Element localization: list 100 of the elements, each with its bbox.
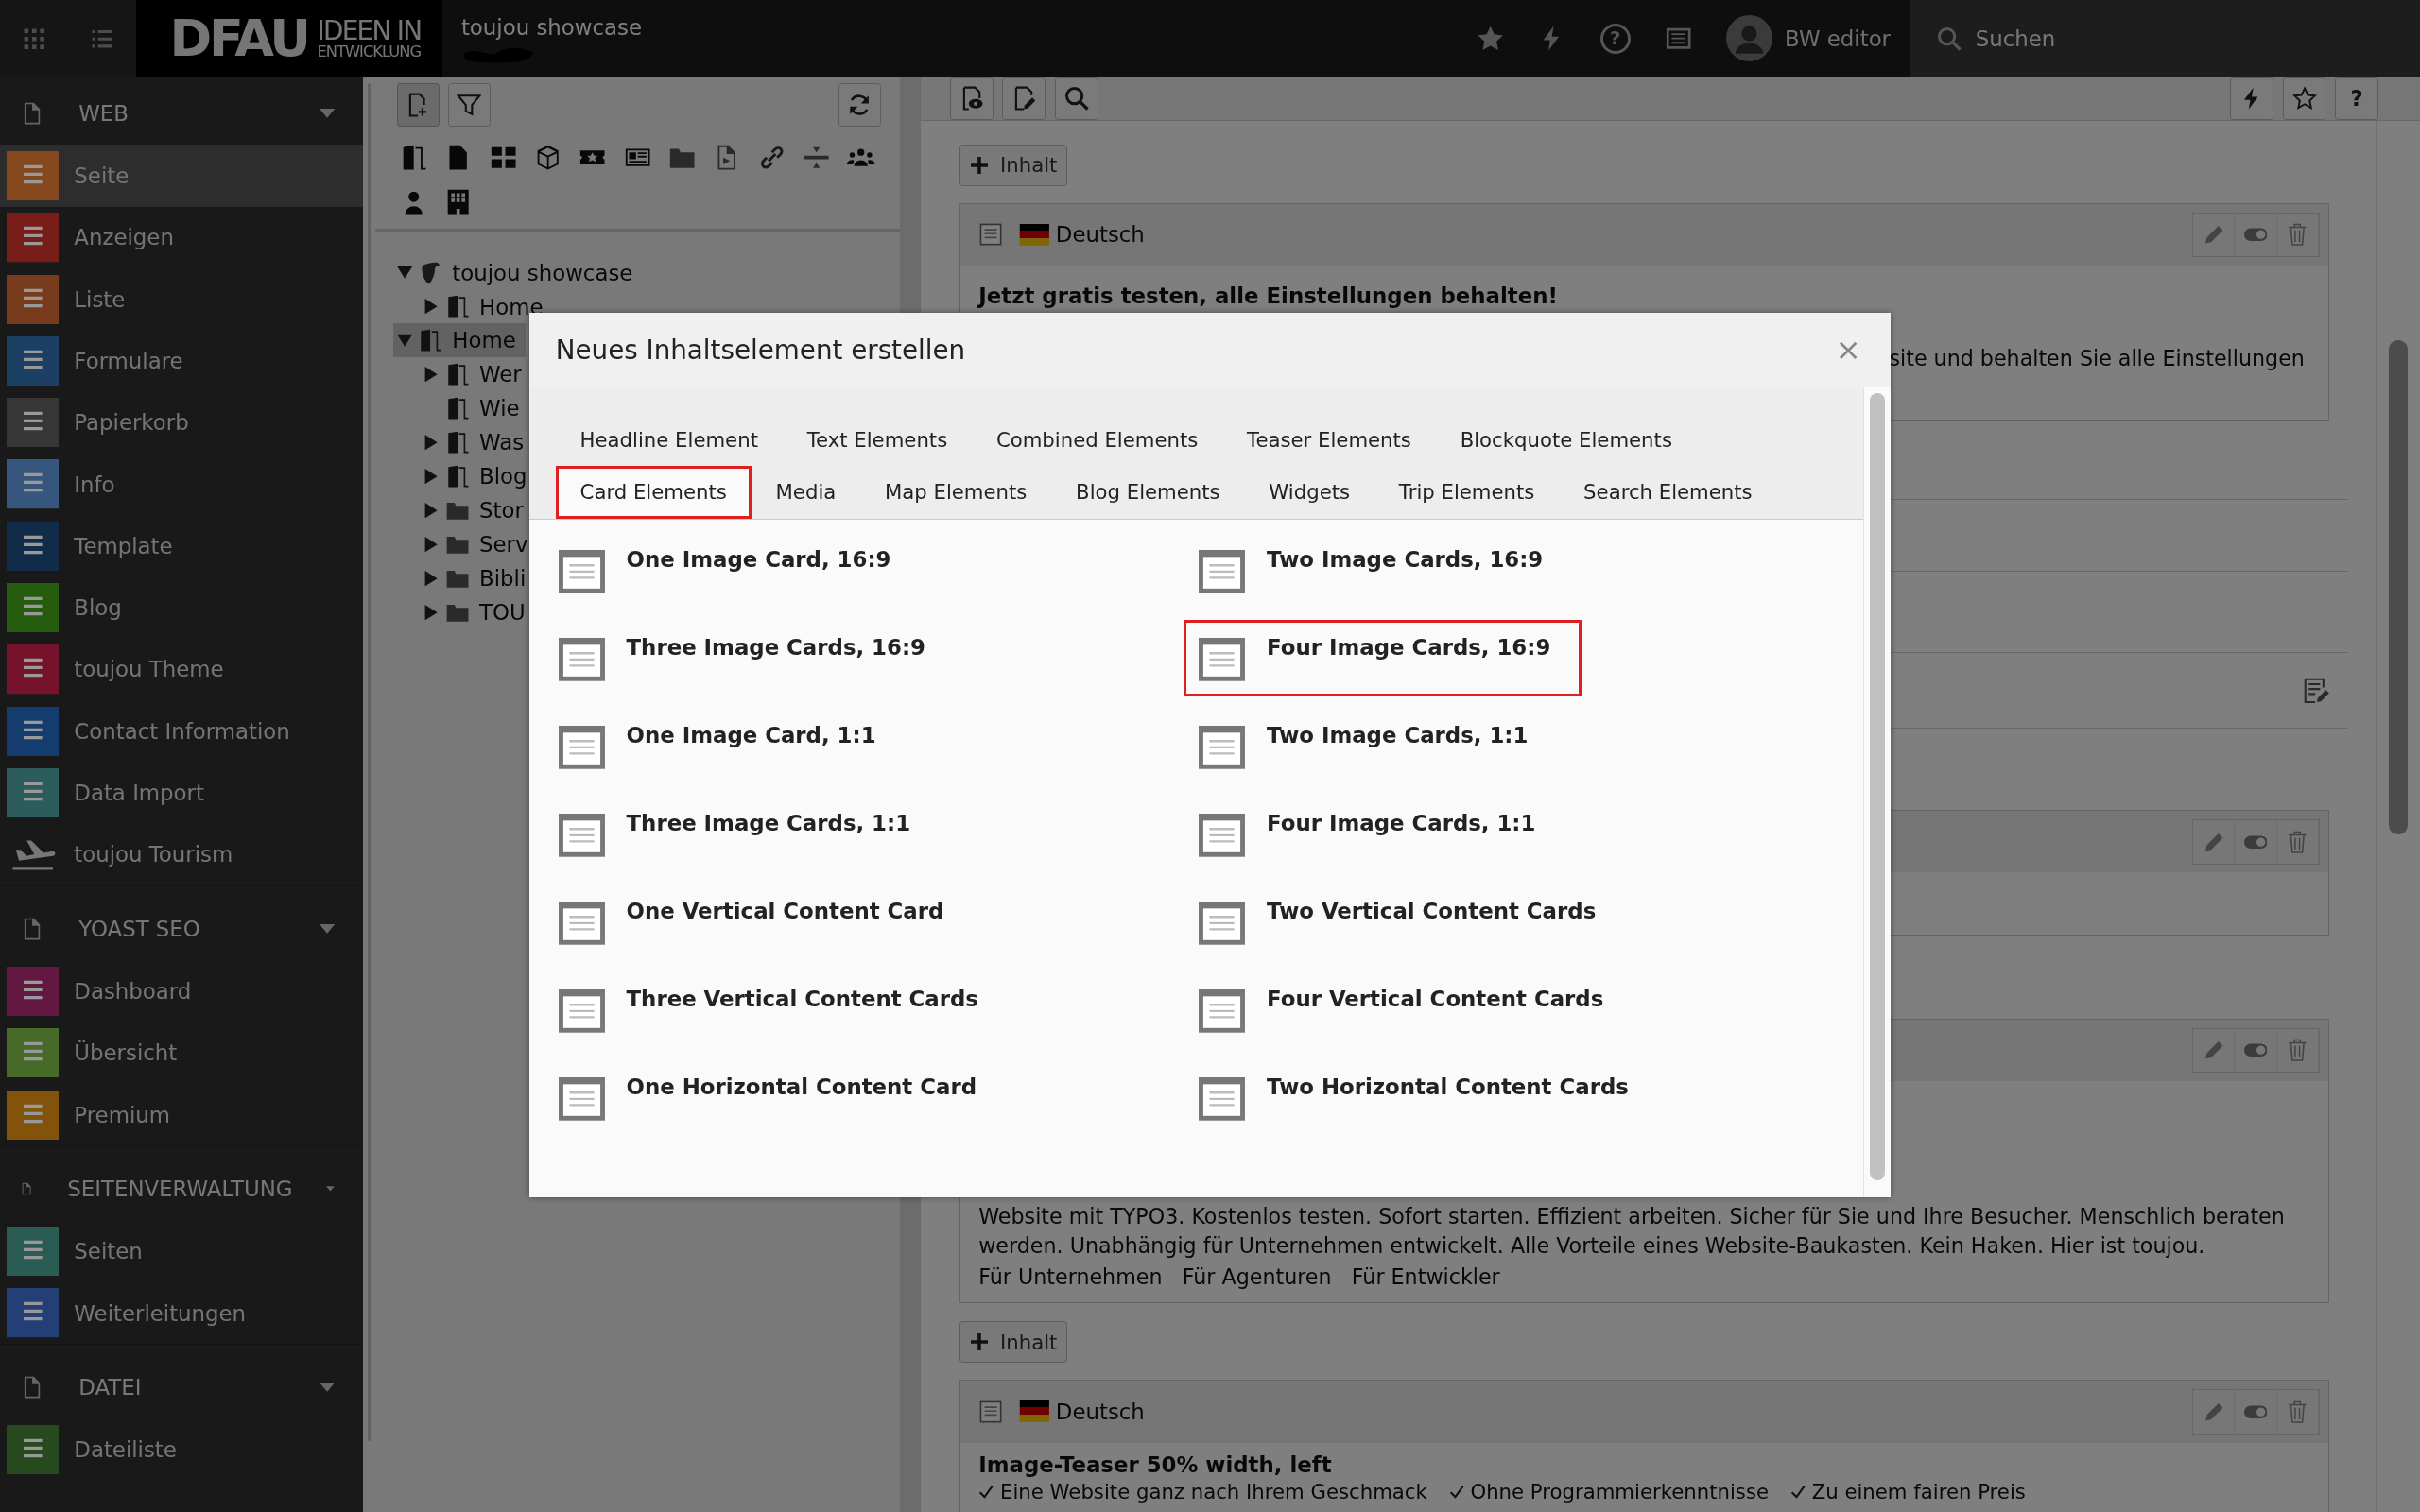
tree-row[interactable]: Wie: [421, 391, 529, 426]
toggle-icon[interactable]: [424, 299, 440, 315]
tree-label: Blog: [479, 464, 527, 490]
tab[interactable]: Trip Elements: [1374, 466, 1560, 519]
caret-icon[interactable]: [320, 924, 336, 934]
content-element-option[interactable]: Four Image Cards, 16:9: [1184, 619, 1582, 697]
new-page-button[interactable]: [396, 83, 441, 127]
content-link[interactable]: Für Entwickler: [1351, 1262, 1500, 1293]
tab[interactable]: Widgets: [1244, 466, 1374, 519]
tab[interactable]: Map Elements: [860, 466, 1052, 519]
feature-text: Ohne Programmierkenntnisse: [1470, 1479, 1769, 1504]
content-element-option[interactable]: One Image Card, 16:9: [543, 531, 922, 610]
module-item[interactable]: Blog: [0, 576, 363, 639]
content-element-option[interactable]: Two Image Cards, 16:9: [1184, 531, 1574, 610]
module-item[interactable]: Weiterleitungen: [0, 1281, 363, 1345]
module-label: Dashboard: [74, 979, 192, 1004]
toggle-icon[interactable]: [424, 502, 440, 519]
module-item[interactable]: Contact Information: [0, 700, 363, 763]
bookmark-button[interactable]: [2282, 77, 2326, 121]
tab[interactable]: Search Elements: [1559, 466, 1777, 519]
module-label: Blog: [74, 595, 122, 621]
module-label: Template: [74, 533, 173, 558]
module-item[interactable]: toujou Theme: [0, 638, 363, 701]
content-link[interactable]: Für Unternehmen: [978, 1262, 1163, 1293]
toggle-icon[interactable]: [424, 434, 440, 451]
module-item[interactable]: Dateiliste: [0, 1418, 363, 1481]
tree-row[interactable]: Wer: [421, 357, 531, 392]
shortcut-button[interactable]: [2230, 77, 2273, 121]
content-element-option[interactable]: Two Image Cards, 1:1: [1184, 707, 1559, 785]
edit-page-button[interactable]: [1002, 77, 1046, 121]
module-item[interactable]: Formulare: [0, 330, 363, 392]
content-element-option[interactable]: Three Image Cards, 16:9: [543, 619, 957, 697]
tab[interactable]: Teaser Elements: [1222, 413, 1436, 467]
content-element-option[interactable]: One Horizontal Content Card: [543, 1058, 1008, 1137]
view-page-button[interactable]: [949, 77, 994, 121]
caret-icon[interactable]: [320, 1383, 336, 1392]
tree-row[interactable]: Was: [421, 425, 533, 460]
tree-row[interactable]: toujou showcase: [393, 255, 643, 290]
content-element-option[interactable]: One Vertical Content Card: [543, 883, 975, 961]
user-name[interactable]: BW editor: [1785, 26, 1891, 51]
tab[interactable]: Headline Element: [555, 413, 783, 467]
tree-row[interactable]: Stor: [421, 493, 533, 527]
grid-icon: [22, 26, 46, 51]
scrollbar[interactable]: [1869, 393, 1886, 1180]
tab[interactable]: Text Elements: [782, 413, 973, 467]
module-item[interactable]: Liste: [0, 268, 363, 331]
content-element-option[interactable]: Four Vertical Content Cards: [1184, 971, 1634, 1049]
module-item[interactable]: Info: [0, 453, 363, 516]
tab[interactable]: Combined Elements: [972, 413, 1223, 467]
tree-row[interactable]: Serv: [421, 526, 538, 561]
tab[interactable]: Card Elements: [555, 466, 752, 519]
toggle-icon[interactable]: [396, 265, 412, 281]
module-item[interactable]: Premium: [0, 1083, 363, 1146]
module-group-header[interactable]: DATEI: [0, 1355, 363, 1419]
toggle-icon[interactable]: [424, 604, 440, 620]
module-item[interactable]: Template: [0, 515, 363, 577]
refresh-button[interactable]: [838, 83, 882, 127]
tab[interactable]: Blog Elements: [1051, 466, 1245, 519]
help-button[interactable]: ?: [2335, 77, 2378, 121]
module-group-header[interactable]: SEITENVERWALTUNG: [0, 1157, 363, 1221]
door-icon: [418, 328, 443, 353]
content-element-option[interactable]: Four Image Cards, 1:1: [1184, 795, 1566, 873]
module-item[interactable]: Dashboard: [0, 960, 363, 1022]
tree-row[interactable]: Home: [393, 323, 526, 358]
star-icon[interactable]: [1477, 25, 1505, 53]
add-content-button[interactable]: Inhalt: [959, 144, 1068, 186]
module-item[interactable]: Seiten: [0, 1220, 363, 1282]
logo-tagline: IDEEN IN: [317, 17, 422, 44]
add-content-button[interactable]: Inhalt: [959, 1321, 1068, 1364]
toggle-icon[interactable]: [424, 367, 440, 383]
content-element-option[interactable]: Two Horizontal Content Cards: [1184, 1058, 1660, 1137]
edit-note-icon[interactable]: [2303, 677, 2330, 704]
tree-row[interactable]: Blog: [421, 459, 537, 493]
content-link[interactable]: Für Agenturen: [1182, 1262, 1332, 1293]
content-element-option[interactable]: Two Vertical Content Cards: [1184, 883, 1627, 961]
module-item[interactable]: Data Import: [0, 762, 363, 824]
caret-icon[interactable]: [320, 109, 336, 118]
module-item[interactable]: Übersicht: [0, 1022, 363, 1084]
module-label: toujou Tourism: [74, 842, 233, 868]
close-button[interactable]: ×: [1832, 334, 1865, 366]
tab[interactable]: Media: [751, 466, 861, 519]
scrollbar[interactable]: [2389, 340, 2408, 834]
content-element-option[interactable]: Three Vertical Content Cards: [543, 971, 1010, 1049]
module-item[interactable]: toujou Tourism: [0, 823, 363, 885]
toggle-icon[interactable]: [424, 468, 440, 485]
content-element-option[interactable]: Three Image Cards, 1:1: [543, 795, 942, 873]
filter-button[interactable]: [447, 83, 492, 127]
toggle-icon[interactable]: [424, 570, 440, 586]
tree-row[interactable]: Bibli: [421, 560, 536, 595]
module-group-header[interactable]: YOAST SEO: [0, 897, 363, 961]
content-element-option[interactable]: One Image Card, 1:1: [543, 707, 907, 785]
module-item[interactable]: Papierkorb: [0, 391, 363, 454]
help-button[interactable]: ?: [1599, 23, 1631, 54]
toggle-icon[interactable]: [396, 333, 412, 349]
tree-row[interactable]: Home: [421, 289, 553, 324]
search-button[interactable]: [1054, 77, 1098, 121]
tree-row[interactable]: TOU: [421, 594, 535, 629]
tab[interactable]: Blockquote Elements: [1435, 413, 1697, 467]
toggle-icon[interactable]: [424, 536, 440, 552]
module-item[interactable]: Seite: [0, 145, 363, 207]
